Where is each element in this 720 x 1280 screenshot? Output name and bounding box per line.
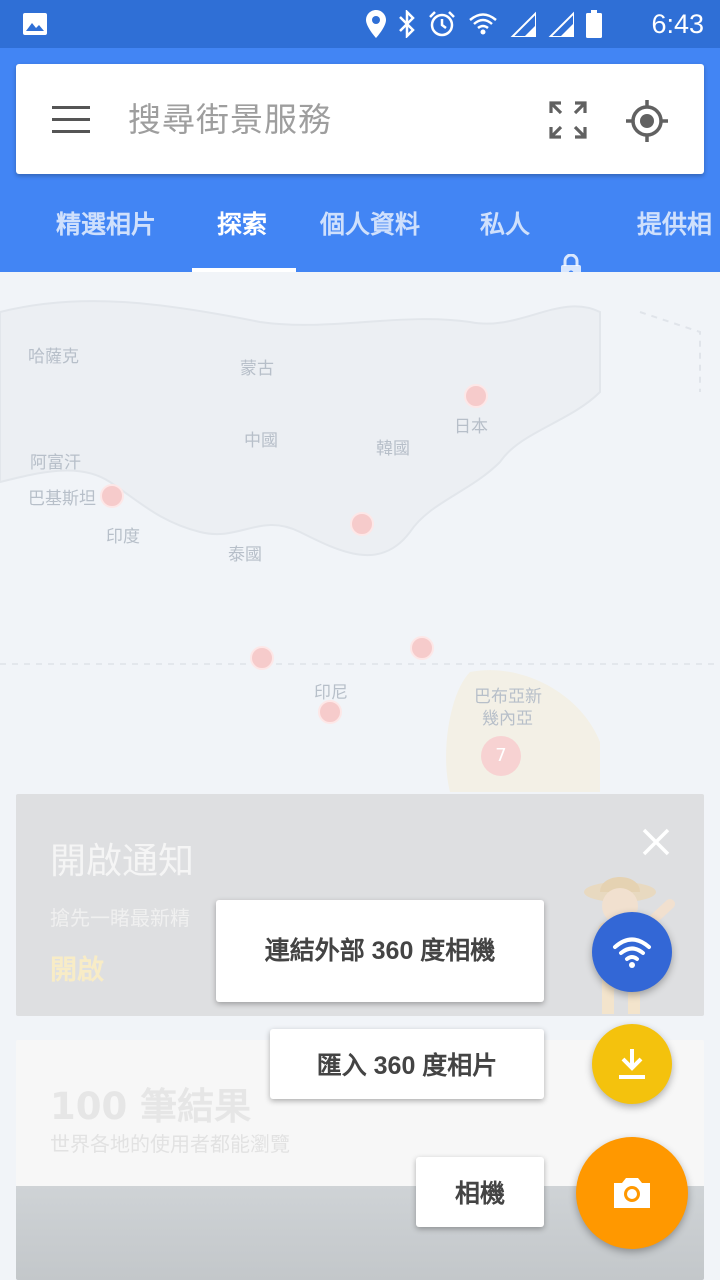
tab-private[interactable]: 私人 (480, 180, 530, 272)
notification-subtitle: 搶先一睹最新精 (50, 906, 190, 930)
map-pin[interactable] (350, 512, 374, 536)
connect-camera-button[interactable] (592, 912, 672, 992)
results-count: 100 筆結果 (50, 1085, 252, 1128)
alarm-icon (429, 11, 455, 37)
map-label: 幾內亞 (482, 709, 533, 729)
my-location-icon[interactable] (624, 98, 670, 144)
download-icon (619, 1049, 645, 1079)
menu-icon[interactable] (52, 106, 90, 134)
camera-label[interactable]: 相機 (416, 1157, 544, 1227)
map-pin[interactable] (318, 700, 342, 724)
map-pin[interactable] (100, 484, 124, 508)
camera-icon (614, 1178, 650, 1208)
location-icon (366, 10, 386, 38)
fullscreen-icon[interactable] (548, 100, 588, 140)
status-bar: 6:43 (0, 0, 720, 48)
map-cluster[interactable]: 7 (481, 736, 521, 776)
map-label: 日本 (454, 417, 488, 437)
tab-explore[interactable]: 探索 (217, 180, 267, 272)
map-pin[interactable] (410, 636, 434, 660)
map-label: 印度 (106, 527, 140, 547)
tab-bar: 精選相片 探索 個人資料 私人 提供相 (0, 180, 720, 272)
signal-icon (510, 11, 536, 37)
tab-featured[interactable]: 精選相片 (56, 180, 156, 272)
map-label: 蒙古 (240, 359, 274, 379)
image-icon (23, 13, 47, 35)
battery-icon (586, 10, 602, 38)
status-time: 6:43 (651, 9, 704, 39)
connect-camera-label[interactable]: 連結外部 360 度相機 (216, 900, 544, 1002)
bluetooth-icon (399, 10, 415, 38)
camera-button[interactable] (576, 1137, 688, 1249)
notification-title: 開啟通知 (50, 841, 195, 882)
tab-profile[interactable]: 個人資料 (320, 180, 420, 272)
map-label: 巴基斯坦 (28, 489, 96, 509)
wifi-icon (613, 937, 651, 968)
map-label: 泰國 (228, 545, 262, 565)
notification-open-button[interactable]: 開啟 (50, 948, 104, 987)
search-bar[interactable]: 搜尋街景服務 (16, 64, 704, 174)
wifi-icon (469, 13, 497, 35)
tab-contribute[interactable]: 提供相 (637, 180, 712, 272)
import-photo-button[interactable] (592, 1024, 672, 1104)
import-photo-label[interactable]: 匯入 360 度相片 (270, 1029, 544, 1099)
results-subtitle: 世界各地的使用者都能瀏覽 (50, 1132, 290, 1156)
map-label: 阿富汗 (30, 453, 81, 473)
signal-2-icon (548, 11, 574, 37)
map-pin[interactable] (464, 384, 488, 408)
map-label: 中國 (244, 431, 278, 451)
app-bar: 搜尋街景服務 精選相片 探索 個人資料 私人 提供相 (0, 48, 720, 281)
search-input[interactable]: 搜尋街景服務 (128, 98, 332, 142)
map-label: 韓國 (376, 439, 410, 459)
map-label: 哈薩克 (28, 347, 79, 367)
map-pin[interactable] (250, 646, 274, 670)
close-icon[interactable] (638, 824, 674, 860)
